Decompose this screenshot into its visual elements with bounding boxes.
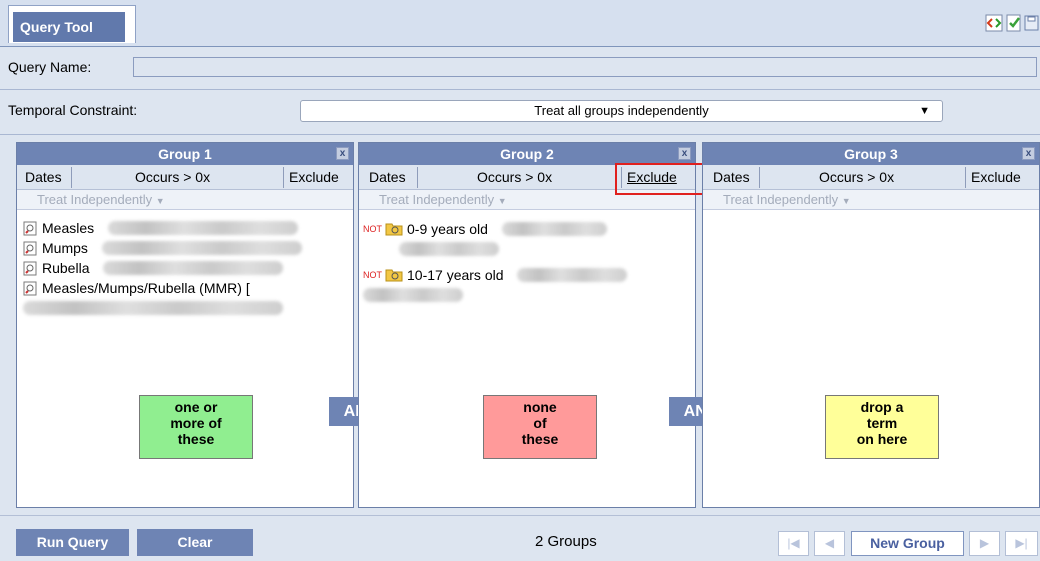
- term-label: Mumps: [42, 240, 88, 256]
- save-icon[interactable]: [1024, 14, 1040, 32]
- group-3-title: Group 3: [703, 143, 1039, 165]
- term-label: Measles/Mumps/Rubella (MMR) [: [42, 280, 250, 296]
- list-item[interactable]: Measles: [23, 218, 359, 238]
- first-page-icon[interactable]: |◀: [778, 531, 809, 556]
- list-item[interactable]: Mumps: [23, 238, 359, 258]
- group-1-title: Group 1: [17, 143, 353, 165]
- group-3-hint-sticky: drop a term on here: [825, 395, 939, 459]
- not-badge: NOT: [363, 270, 382, 280]
- blurred-text: [23, 301, 283, 315]
- term-label: Rubella: [42, 260, 90, 276]
- new-group-button[interactable]: New Group: [851, 531, 964, 556]
- query-name-label: Query Name:: [8, 59, 92, 75]
- term-icon: [23, 221, 37, 236]
- toolbar-divider: [71, 167, 72, 188]
- temporal-constraint-select[interactable]: Treat all groups independently ▼: [300, 100, 943, 122]
- blurred-text: [363, 288, 463, 302]
- term-label: Measles: [42, 220, 95, 236]
- group-1-treat-dropdown[interactable]: Treat Independently ▼: [17, 190, 353, 210]
- exclude-highlight-box: [615, 163, 705, 195]
- blurred-text: [399, 242, 499, 256]
- temporal-constraint-label: Temporal Constraint:: [8, 102, 138, 118]
- tab-query-tool[interactable]: Query Tool: [13, 12, 125, 42]
- blurred-text: [101, 241, 302, 255]
- code-icon[interactable]: [985, 14, 1003, 32]
- group-2-hint-sticky: none of these: [483, 395, 597, 459]
- term-icon: [23, 261, 37, 276]
- group-1-panel[interactable]: Group 1 x Dates Occurs > 0x Exclude Trea…: [16, 142, 354, 508]
- blurred-text: [108, 221, 299, 235]
- list-item-continuation: [363, 285, 699, 305]
- last-page-icon[interactable]: ▶|: [1005, 531, 1038, 556]
- group-3-toolbar: Dates Occurs > 0x Exclude: [703, 165, 1039, 190]
- group-1-exclude-button[interactable]: Exclude: [289, 165, 339, 190]
- group-1-hint-sticky: one or more of these: [139, 395, 253, 459]
- list-item-continuation: [23, 298, 359, 318]
- group-2-dates-button[interactable]: Dates: [369, 165, 406, 190]
- group-2-items: NOT 0-9 years old NOT 10-17 years old: [363, 219, 699, 305]
- group-2-close-icon[interactable]: x: [678, 147, 691, 160]
- toolbar-divider: [965, 167, 966, 188]
- check-document-icon[interactable]: [1005, 14, 1023, 32]
- group-1-toolbar: Dates Occurs > 0x Exclude: [17, 165, 353, 190]
- term-label: 10-17 years old: [407, 267, 504, 283]
- clear-button[interactable]: Clear: [137, 529, 253, 556]
- chevron-down-icon: ▼: [155, 196, 165, 206]
- group-3-treat-label: Treat Independently: [723, 192, 839, 207]
- list-item[interactable]: Rubella: [23, 258, 359, 278]
- run-query-button[interactable]: Run Query: [16, 529, 129, 556]
- term-icon: [23, 241, 37, 256]
- toolbar-divider: [417, 167, 418, 188]
- group-3-close-icon[interactable]: x: [1022, 147, 1035, 160]
- folder-icon: [385, 223, 403, 236]
- term-label: 0-9 years old: [407, 221, 488, 237]
- folder-icon: [385, 269, 403, 282]
- groups-count-status: 2 Groups: [535, 533, 597, 550]
- blurred-text: [103, 261, 284, 275]
- toolbar-divider: [759, 167, 760, 188]
- group-2-occurs-button[interactable]: Occurs > 0x: [477, 165, 552, 190]
- group-3-occurs-button[interactable]: Occurs > 0x: [819, 165, 894, 190]
- group-2-treat-label: Treat Independently: [379, 192, 495, 207]
- group-1-treat-label: Treat Independently: [37, 192, 153, 207]
- dropdown-arrow-icon: ▼: [919, 105, 930, 117]
- group-3-panel[interactable]: Group 3 x Dates Occurs > 0x Exclude Trea…: [702, 142, 1040, 508]
- term-icon: [23, 281, 37, 296]
- group-1-close-icon[interactable]: x: [336, 147, 349, 160]
- group-3-dates-button[interactable]: Dates: [713, 165, 750, 190]
- list-item[interactable]: NOT 0-9 years old: [363, 219, 699, 239]
- group-1-occurs-button[interactable]: Occurs > 0x: [135, 165, 210, 190]
- list-item[interactable]: Measles/Mumps/Rubella (MMR) [: [23, 278, 359, 298]
- blurred-text: [517, 268, 628, 282]
- chevron-down-icon: ▼: [497, 196, 507, 206]
- group-2-title: Group 2: [359, 143, 695, 165]
- prev-page-icon[interactable]: ◀: [814, 531, 845, 556]
- not-badge: NOT: [363, 224, 382, 234]
- next-page-icon[interactable]: ▶: [969, 531, 1000, 556]
- group-1-items: Measles Mumps Rubella Measles/Mumps/Rube…: [23, 218, 359, 318]
- temporal-constraint-value: Treat all groups independently: [534, 103, 709, 118]
- toolbar-divider: [283, 167, 284, 188]
- chevron-down-icon: ▼: [841, 196, 851, 206]
- list-item-continuation: [399, 239, 699, 259]
- tab-bar: [0, 0, 1040, 47]
- group-1-dates-button[interactable]: Dates: [25, 165, 62, 190]
- group-3-exclude-button[interactable]: Exclude: [971, 165, 1021, 190]
- list-item[interactable]: NOT 10-17 years old: [363, 265, 699, 285]
- group-2-panel[interactable]: Group 2 x Dates Occurs > 0x Exclude Trea…: [358, 142, 696, 508]
- blurred-text: [501, 222, 607, 236]
- query-name-input[interactable]: [133, 57, 1037, 77]
- group-3-treat-dropdown[interactable]: Treat Independently ▼: [703, 190, 1039, 210]
